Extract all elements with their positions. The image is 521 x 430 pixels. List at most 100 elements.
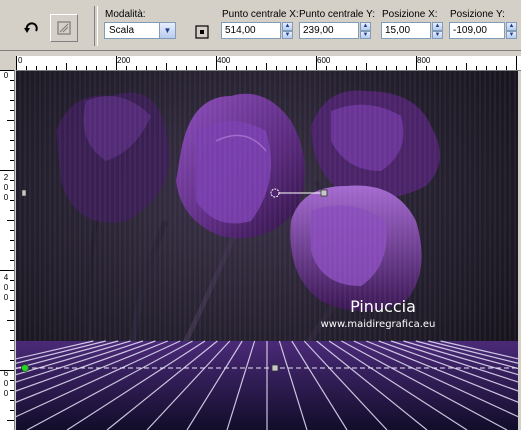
deform-icon [57, 21, 71, 35]
position-x-value[interactable]: 15,00 [381, 22, 431, 39]
image-canvas[interactable]: Pinuccia www.maidiregrafica.eu [16, 71, 518, 430]
watermark-name: Pinuccia [350, 297, 416, 316]
ruler-label: 0 [3, 283, 9, 292]
tulip-artwork: Pinuccia www.maidiregrafica.eu [16, 71, 518, 430]
ruler-tick [96, 66, 97, 70]
center-x-label: Punto centrale X: [222, 9, 299, 20]
ruler-label: 0 [3, 389, 9, 398]
ruler-tick [106, 66, 107, 70]
mode-select[interactable]: Scala ▼ [104, 22, 176, 39]
spin-up-icon[interactable]: ▲ [432, 22, 443, 31]
ruler-tick [356, 66, 357, 70]
ruler-tick [136, 66, 137, 70]
chevron-down-icon[interactable]: ▼ [159, 23, 175, 38]
ruler-tick [7, 220, 14, 221]
ruler-tick [10, 150, 14, 151]
ruler-tick [10, 360, 14, 361]
vertical-ruler[interactable]: 0 2 0 0 4 0 0 6 0 0 [0, 70, 15, 430]
ruler-label: 6 [3, 369, 9, 378]
center-x-field[interactable]: 514,00 ▲ ▼ [221, 22, 293, 39]
ruler-label: 0 [3, 183, 9, 192]
ruler-tick [10, 390, 14, 391]
position-y-value[interactable]: -109,00 [449, 22, 505, 39]
ruler-tick [166, 63, 167, 70]
ruler-tick [7, 320, 14, 321]
ruler-tick [346, 66, 347, 70]
spin-up-icon[interactable]: ▲ [282, 22, 293, 31]
ruler-tick [10, 190, 14, 191]
ruler-tick [246, 66, 247, 70]
center-y-value[interactable]: 239,00 [299, 22, 359, 39]
ruler-label: 800 [417, 56, 431, 65]
ruler-tick [66, 63, 67, 70]
ruler-tick [10, 310, 14, 311]
ruler-label: 0 [18, 56, 23, 65]
ruler-tick [336, 66, 337, 70]
center-x-value[interactable]: 514,00 [221, 22, 281, 39]
ruler-tick [76, 66, 77, 70]
ruler-corner [0, 56, 16, 70]
ruler-tick [276, 66, 277, 70]
center-point-icon [195, 25, 209, 39]
ruler-tick [456, 66, 457, 70]
ruler-tick [10, 230, 14, 231]
ruler-tick [406, 66, 407, 70]
ruler-tick [186, 66, 187, 70]
ruler-label: 600 [317, 56, 331, 65]
ruler-tick [10, 210, 14, 211]
ruler-tick [10, 80, 14, 81]
position-x-label: Posizione X: [382, 9, 438, 20]
ruler-tick [10, 130, 14, 131]
ruler-tick [0, 70, 14, 71]
ruler-tick [216, 56, 217, 70]
watermark-url: www.maidiregrafica.eu [321, 319, 436, 330]
ruler-label: 4 [3, 273, 9, 282]
ruler-tick [10, 350, 14, 351]
ruler-tick [46, 66, 47, 70]
center-point-button[interactable] [190, 20, 214, 44]
ruler-tick [236, 66, 237, 70]
position-y-field[interactable]: -109,00 ▲ ▼ [449, 22, 517, 39]
ruler-tick [366, 63, 367, 70]
rotate-arrow-button[interactable] [18, 14, 46, 42]
ruler-tick [126, 66, 127, 70]
ruler-tick [416, 56, 417, 70]
ruler-tick [316, 56, 317, 70]
horizontal-ruler[interactable]: 0 200 400 600 800 [16, 56, 521, 71]
ruler-tick [26, 66, 27, 70]
ruler-tick [496, 66, 497, 70]
ruler-tick [10, 160, 14, 161]
spin-down-icon[interactable]: ▼ [360, 30, 371, 39]
ruler-tick [486, 66, 487, 70]
position-x-field[interactable]: 15,00 ▲ ▼ [381, 22, 443, 39]
ruler-label: 200 [117, 56, 131, 65]
ruler-tick [10, 280, 14, 281]
ruler-tick [0, 270, 14, 271]
ruler-tick [10, 240, 14, 241]
ruler-tick [86, 66, 87, 70]
ruler-tick [10, 110, 14, 111]
spin-down-icon[interactable]: ▼ [432, 30, 443, 39]
mode-value: Scala [109, 25, 135, 36]
ruler-label: 400 [217, 56, 231, 65]
deform-tool-button[interactable] [50, 14, 78, 42]
spin-down-icon[interactable]: ▼ [506, 30, 517, 39]
ruler-tick [446, 66, 447, 70]
ruler-tick [10, 180, 14, 181]
toolbar-separator [94, 6, 98, 46]
spin-down-icon[interactable]: ▼ [282, 30, 293, 39]
center-y-field[interactable]: 239,00 ▲ ▼ [299, 22, 371, 39]
spin-up-icon[interactable]: ▲ [360, 22, 371, 31]
ruler-tick [196, 66, 197, 70]
ruler-tick [226, 66, 227, 70]
ruler-tick [10, 140, 14, 141]
ruler-tick [10, 290, 14, 291]
ruler-tick [0, 170, 14, 171]
spin-up-icon[interactable]: ▲ [506, 22, 517, 31]
ruler-tick [426, 66, 427, 70]
ruler-label: 0 [3, 379, 9, 388]
ruler-tick [16, 56, 17, 70]
ruler-tick [436, 66, 437, 70]
mode-label: Modalità: [105, 9, 146, 20]
ruler-tick [296, 66, 297, 70]
